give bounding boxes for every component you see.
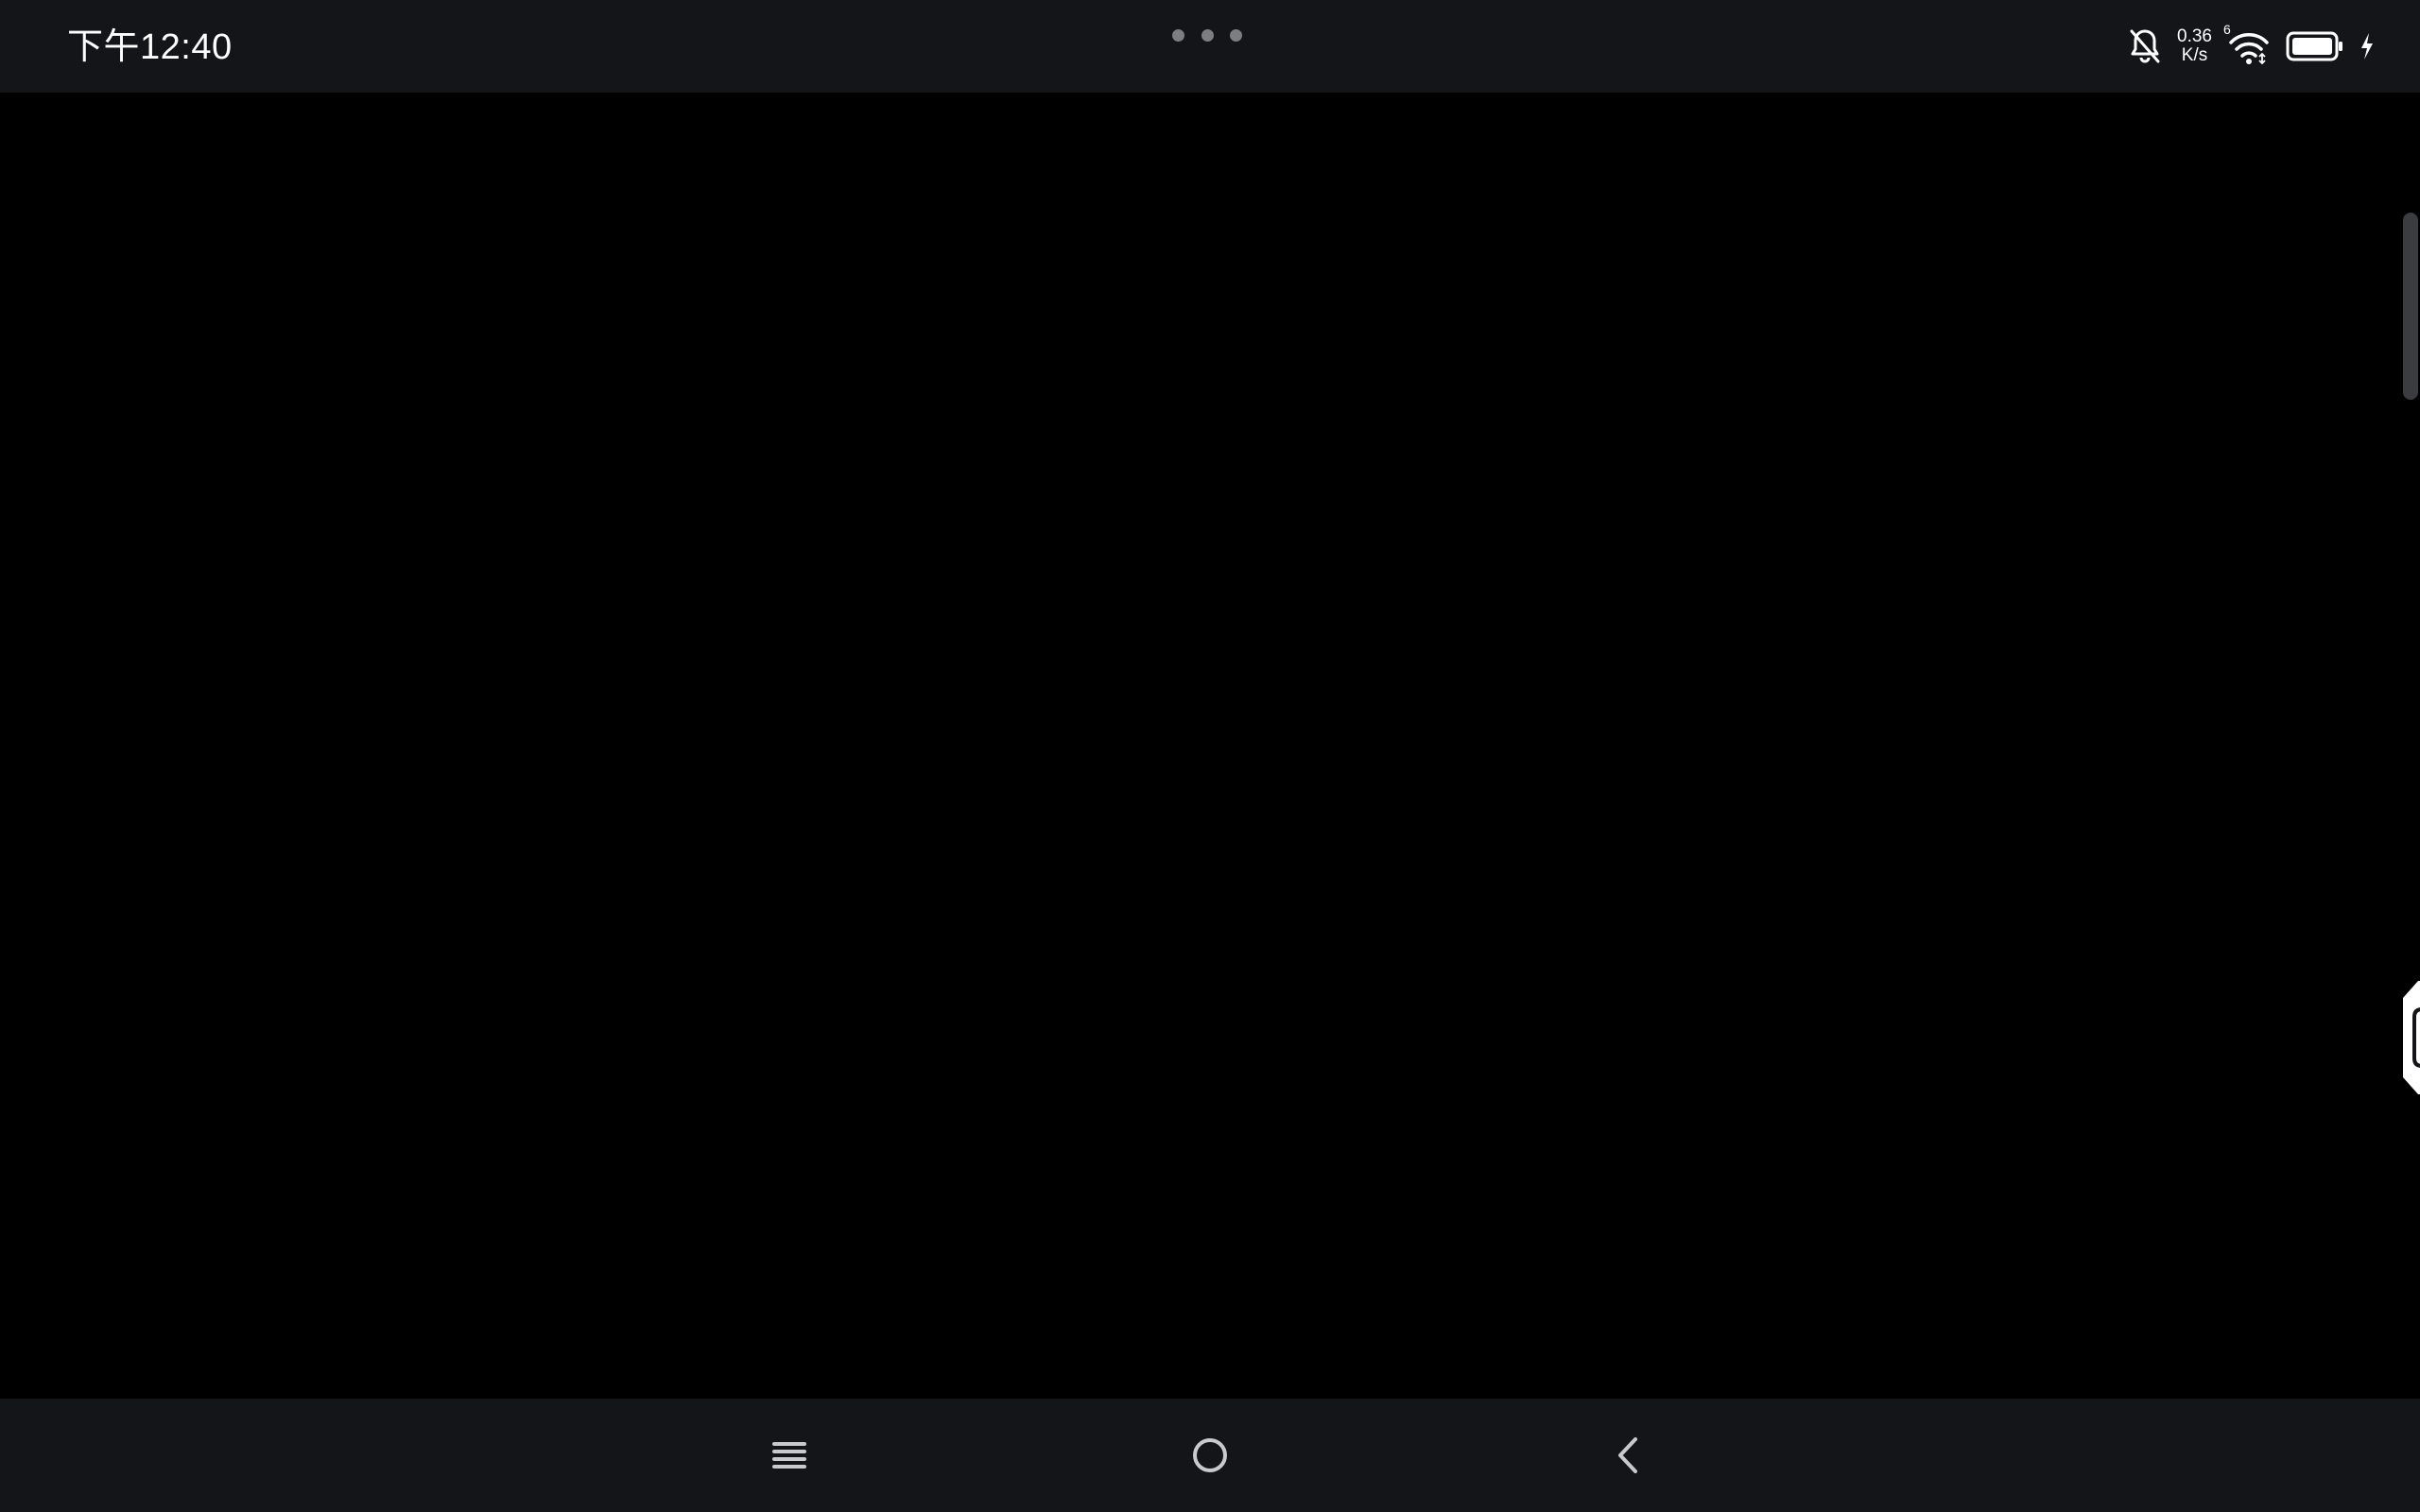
charging-icon <box>2360 32 2375 60</box>
scrollbar[interactable] <box>2403 213 2418 400</box>
bell-muted-icon <box>2128 27 2162 65</box>
side-panel-handle[interactable] <box>2399 981 2420 1094</box>
status-icons: 0.36 K/s 6 <box>2128 21 2375 72</box>
status-bar: 下午12:40 0.36 K/s 6 <box>0 0 2420 93</box>
network-speed-unit: K/s <box>2181 45 2208 65</box>
home-icon <box>1191 1436 1229 1474</box>
more-dot-icon <box>1230 28 1242 42</box>
navigation-bar <box>0 1399 2420 1512</box>
main-content <box>0 93 2420 1399</box>
screen: 下午12:40 0.36 K/s 6 <box>0 0 2420 1512</box>
network-speed: 0.36 K/s <box>2177 27 2212 65</box>
more-dot-icon <box>1172 28 1184 42</box>
multiwindow-handle[interactable] <box>1172 26 1242 43</box>
menu-icon <box>772 1440 806 1470</box>
wifi-icon: 6 <box>2223 22 2271 65</box>
battery-icon <box>2286 30 2344 62</box>
back-icon <box>1615 1435 1641 1475</box>
wifi-badge: 6 <box>2223 22 2231 37</box>
menu-button[interactable] <box>761 1427 818 1484</box>
more-dot-icon <box>1201 28 1214 42</box>
back-button[interactable] <box>1599 1427 1656 1484</box>
network-speed-value: 0.36 <box>2177 26 2212 46</box>
status-time: 下午12:40 <box>67 27 233 67</box>
home-button[interactable] <box>1182 1427 1238 1484</box>
